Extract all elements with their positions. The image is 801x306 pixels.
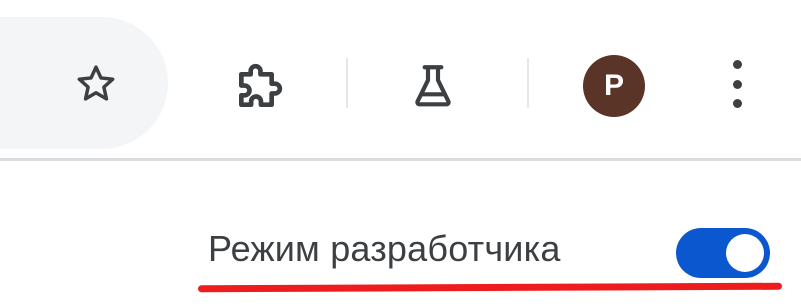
- three-dots-vertical-icon: [732, 60, 742, 108]
- developer-mode-row: Режим разработчика: [0, 200, 801, 306]
- toolbar-divider: [0, 158, 801, 161]
- toolbar-separator: [346, 58, 348, 108]
- flask-icon: [415, 65, 451, 107]
- red-highlight-underline: [197, 282, 783, 293]
- avatar: P: [583, 55, 645, 117]
- profile-button[interactable]: P: [576, 48, 652, 124]
- browser-menu-button[interactable]: [712, 44, 762, 124]
- labs-button[interactable]: [395, 48, 471, 124]
- bookmark-button[interactable]: [60, 48, 132, 120]
- developer-mode-label: Режим разработчика: [208, 228, 561, 269]
- extensions-button[interactable]: [220, 46, 300, 126]
- star-outline-icon: [77, 65, 115, 101]
- toggle-knob: [726, 234, 764, 272]
- browser-toolbar: P: [0, 0, 801, 161]
- browser-screenshot: P Режим разработчика: [0, 0, 801, 306]
- puzzle-piece-icon: [239, 63, 283, 107]
- toolbar-separator: [527, 58, 529, 108]
- developer-mode-toggle[interactable]: [676, 228, 770, 278]
